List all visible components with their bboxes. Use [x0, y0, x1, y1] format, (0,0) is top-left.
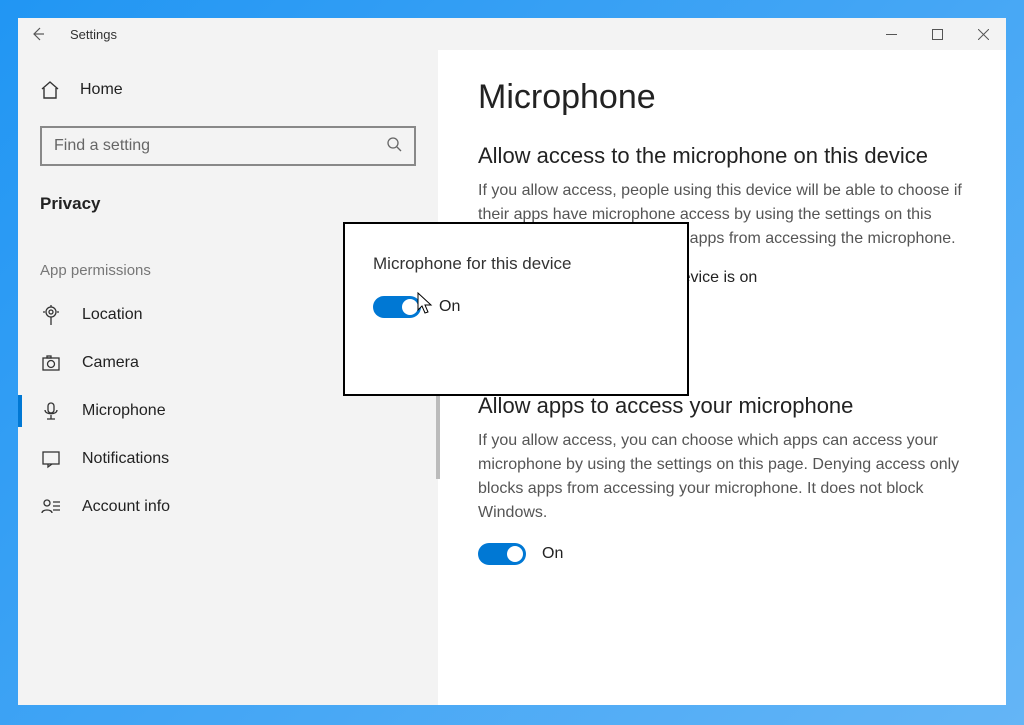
camera-icon	[40, 353, 62, 373]
device-access-toggle[interactable]	[373, 296, 421, 318]
sidebar-item-label: Camera	[82, 354, 139, 372]
sidebar-item-account[interactable]: Account info	[18, 483, 438, 531]
device-toggle-row: On	[373, 296, 659, 318]
titlebar: Settings	[18, 18, 1006, 50]
close-button[interactable]	[960, 18, 1006, 50]
apps-access-toggle[interactable]	[478, 543, 526, 565]
sidebar-item-label: Microphone	[82, 402, 166, 420]
section2-desc: If you allow access, you can choose whic…	[478, 429, 966, 525]
device-access-popup: Microphone for this device On	[343, 222, 689, 396]
maximize-button[interactable]	[914, 18, 960, 50]
close-icon	[978, 29, 989, 40]
sidebar-item-notifications[interactable]: Notifications	[18, 435, 438, 483]
page-title: Microphone	[478, 78, 966, 117]
category-label: Privacy	[18, 186, 438, 222]
account-icon	[40, 497, 62, 517]
sidebar-item-label: Account info	[82, 498, 170, 516]
microphone-icon	[40, 401, 62, 421]
home-label: Home	[80, 81, 123, 99]
back-button[interactable]	[18, 18, 58, 50]
search-input[interactable]	[54, 137, 386, 155]
section2-title: Allow apps to access your microphone	[478, 393, 966, 419]
location-icon	[40, 305, 62, 325]
minimize-icon	[886, 29, 897, 40]
minimize-button[interactable]	[868, 18, 914, 50]
arrow-left-icon	[30, 26, 46, 42]
sidebar-item-label: Location	[82, 306, 143, 324]
apps-toggle-row: On	[478, 543, 966, 565]
search-box[interactable]	[40, 126, 416, 166]
device-toggle-label: On	[439, 298, 460, 316]
notifications-icon	[40, 449, 62, 469]
apps-toggle-label: On	[542, 545, 563, 563]
section1-title: Allow access to the microphone on this d…	[478, 143, 966, 169]
popup-title: Microphone for this device	[373, 254, 659, 274]
home-icon	[40, 80, 60, 100]
window-title: Settings	[70, 27, 117, 42]
maximize-icon	[932, 29, 943, 40]
home-nav[interactable]: Home	[18, 70, 438, 110]
search-icon	[386, 136, 402, 157]
sidebar-item-label: Notifications	[82, 450, 169, 468]
